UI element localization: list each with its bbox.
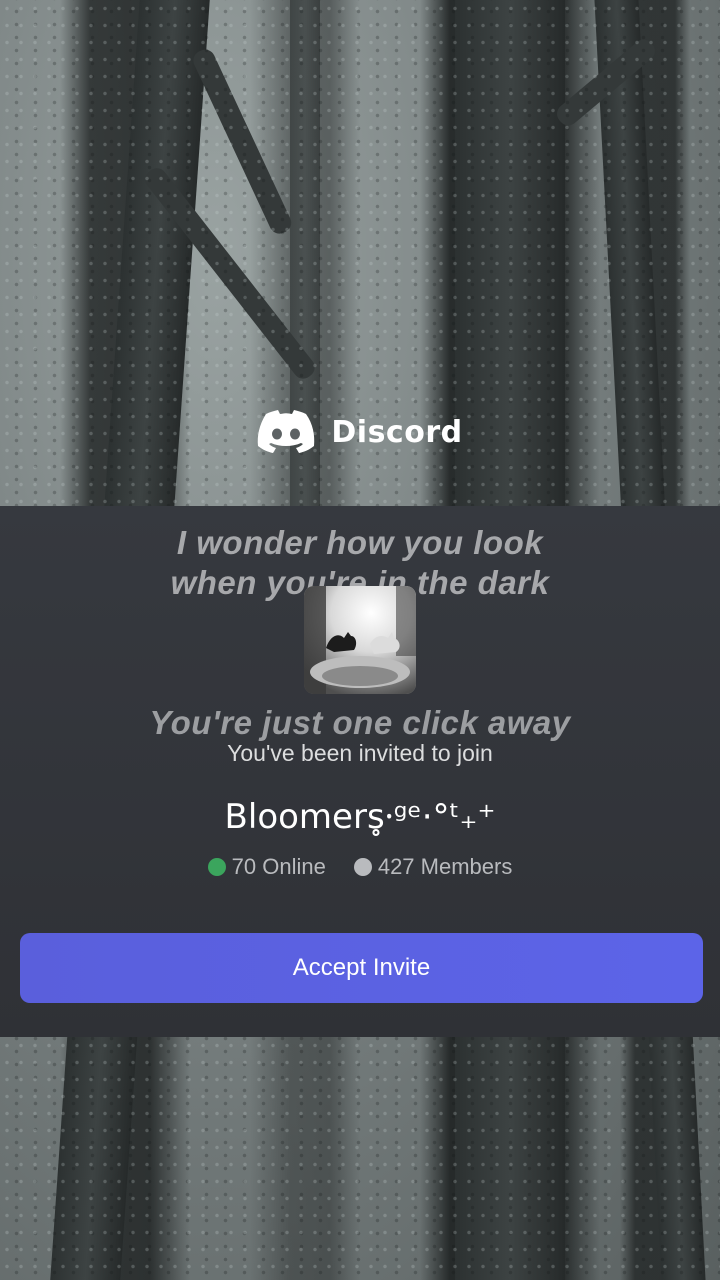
server-name: Bloomers̥⸱ᵍᵉ·°ᵗ₊⁺ (224, 797, 496, 837)
accept-invite-button[interactable]: Accept Invite (20, 933, 703, 1003)
online-count: 70 Online (207, 854, 326, 880)
screen: Discord I wonder how you look when you'r… (0, 0, 720, 1280)
discord-wordmark: Discord (331, 414, 463, 450)
invite-intro-text: You've been invited to join (227, 740, 493, 766)
member-count-label: 427 Members (377, 854, 513, 879)
online-status-dot-icon (207, 858, 226, 876)
overlay-caption-line-3: You're just one click away (149, 704, 571, 741)
discord-logo-icon (258, 410, 315, 453)
invite-card: I wonder how you look when you're in the… (0, 506, 720, 1037)
server-icon[interactable] (304, 586, 416, 694)
online-count-label: 70 Online (231, 854, 326, 879)
overlay-caption-line-1: I wonder how you look (176, 524, 544, 561)
discord-brand: Discord (0, 410, 720, 454)
server-icon-image (304, 586, 416, 694)
member-status-dot-icon (353, 858, 372, 876)
member-count: 427 Members (353, 854, 513, 880)
server-stats: 70 Online 427 Members (0, 854, 720, 880)
